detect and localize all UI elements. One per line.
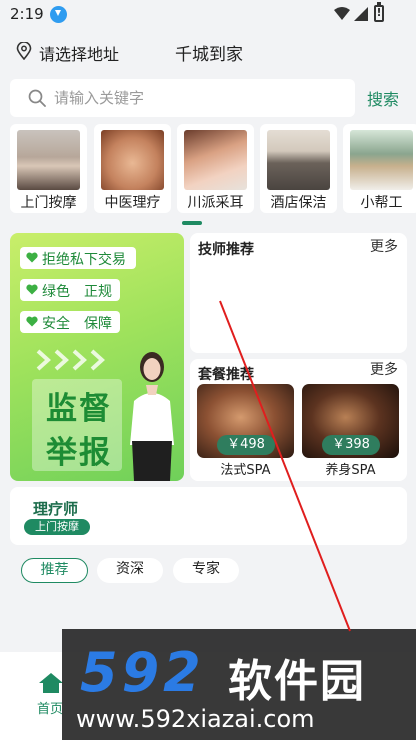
package-price: ￥498 (217, 435, 275, 455)
category-image (350, 130, 413, 190)
location-pin-icon[interactable] (16, 42, 32, 60)
category-image (184, 130, 247, 190)
therapist-badge: 上门按摩 (24, 519, 90, 535)
promo-point-text: 安全 保障 (42, 316, 112, 332)
search-button[interactable]: 搜索 (367, 86, 399, 110)
chevrons-decoration (36, 349, 105, 371)
package-more-link[interactable]: 更多 (370, 359, 398, 379)
home-icon[interactable] (38, 672, 64, 694)
download-icon (50, 6, 67, 23)
category-helper[interactable]: 小帮工 (343, 124, 416, 213)
heart-icon (26, 316, 38, 327)
promo-point-text: 拒绝私下交易 (42, 252, 126, 268)
package-name[interactable]: 法式SPA (197, 459, 294, 478)
search-input[interactable] (54, 79, 344, 117)
category-image (267, 130, 330, 190)
heart-icon (26, 284, 38, 295)
watermark-overlay: 592 软件园 www.592xiazai.com (62, 629, 416, 740)
category-image (17, 130, 80, 190)
watermark-logo-text: 软件园 (228, 656, 366, 707)
status-bar: 2:19 (0, 0, 416, 30)
heart-icon (26, 252, 38, 263)
category-ear-cleaning[interactable]: 川派采耳 (177, 124, 254, 213)
package-price: ￥398 (322, 435, 380, 455)
promo-point: 拒绝私下交易 (20, 247, 136, 269)
watermark-logo-number: 592 (80, 641, 205, 704)
technician-title: 技师推荐 (198, 242, 254, 258)
battery-icon (374, 2, 384, 22)
app-title: 千城到家 (175, 45, 243, 65)
category-label: 川派采耳 (187, 195, 244, 211)
technician-recommend-card[interactable]: 技师推荐 更多 (190, 233, 407, 353)
promo-point-text: 绿色 正规 (42, 284, 112, 300)
category-hotel-cleaning[interactable]: 酒店保洁 (260, 124, 337, 213)
category-label: 酒店保洁 (270, 195, 327, 211)
promo-point: 绿色 正规 (20, 279, 120, 301)
location-row: 请选择地址 千城到家 (0, 34, 416, 68)
package-item[interactable]: ￥398 (302, 384, 399, 458)
promo-point: 安全 保障 (20, 311, 120, 333)
promo-headline: 举报 (46, 435, 112, 471)
technician-more-link[interactable]: 更多 (370, 236, 398, 256)
signal-icon (354, 7, 368, 21)
location-selector[interactable]: 请选择地址 (39, 41, 119, 65)
therapist-card[interactable]: 理疗师 上门按摩 (10, 487, 407, 545)
category-label: 小帮工 (360, 195, 403, 211)
filter-recommended[interactable]: 推荐 (21, 558, 88, 583)
package-title: 套餐推荐 (198, 367, 254, 383)
category-image (101, 130, 164, 190)
category-label: 中医理疗 (104, 195, 161, 211)
report-promo-banner[interactable]: 拒绝私下交易 绿色 正规 安全 保障 监督 举报 (10, 233, 184, 481)
therapist-title: 理疗师 (33, 500, 79, 518)
filter-senior[interactable]: 资深 (97, 558, 163, 583)
watermark-url: www.592xiazai.com (76, 705, 315, 733)
category-tcm-therapy[interactable]: 中医理疗 (94, 124, 171, 213)
promo-headline: 监督 (46, 391, 112, 427)
promo-person-image (130, 352, 174, 481)
category-home-massage[interactable]: 上门按摩 (10, 124, 87, 213)
package-item[interactable]: ￥498 (197, 384, 294, 458)
category-label: 上门按摩 (20, 195, 77, 211)
package-name[interactable]: 养身SPA (302, 459, 399, 478)
package-recommend-card: 套餐推荐 更多 ￥498 法式SPA ￥398 养身SPA (190, 359, 407, 481)
wifi-icon (334, 7, 350, 20)
search-box[interactable] (10, 79, 355, 117)
filter-expert[interactable]: 专家 (173, 558, 239, 583)
status-time: 2:19 (10, 5, 44, 23)
search-icon (28, 89, 46, 107)
promo-headline-box: 监督 举报 (32, 379, 122, 471)
nav-home-label[interactable]: 首页 (37, 698, 63, 717)
category-scroll-indicator (182, 221, 202, 225)
